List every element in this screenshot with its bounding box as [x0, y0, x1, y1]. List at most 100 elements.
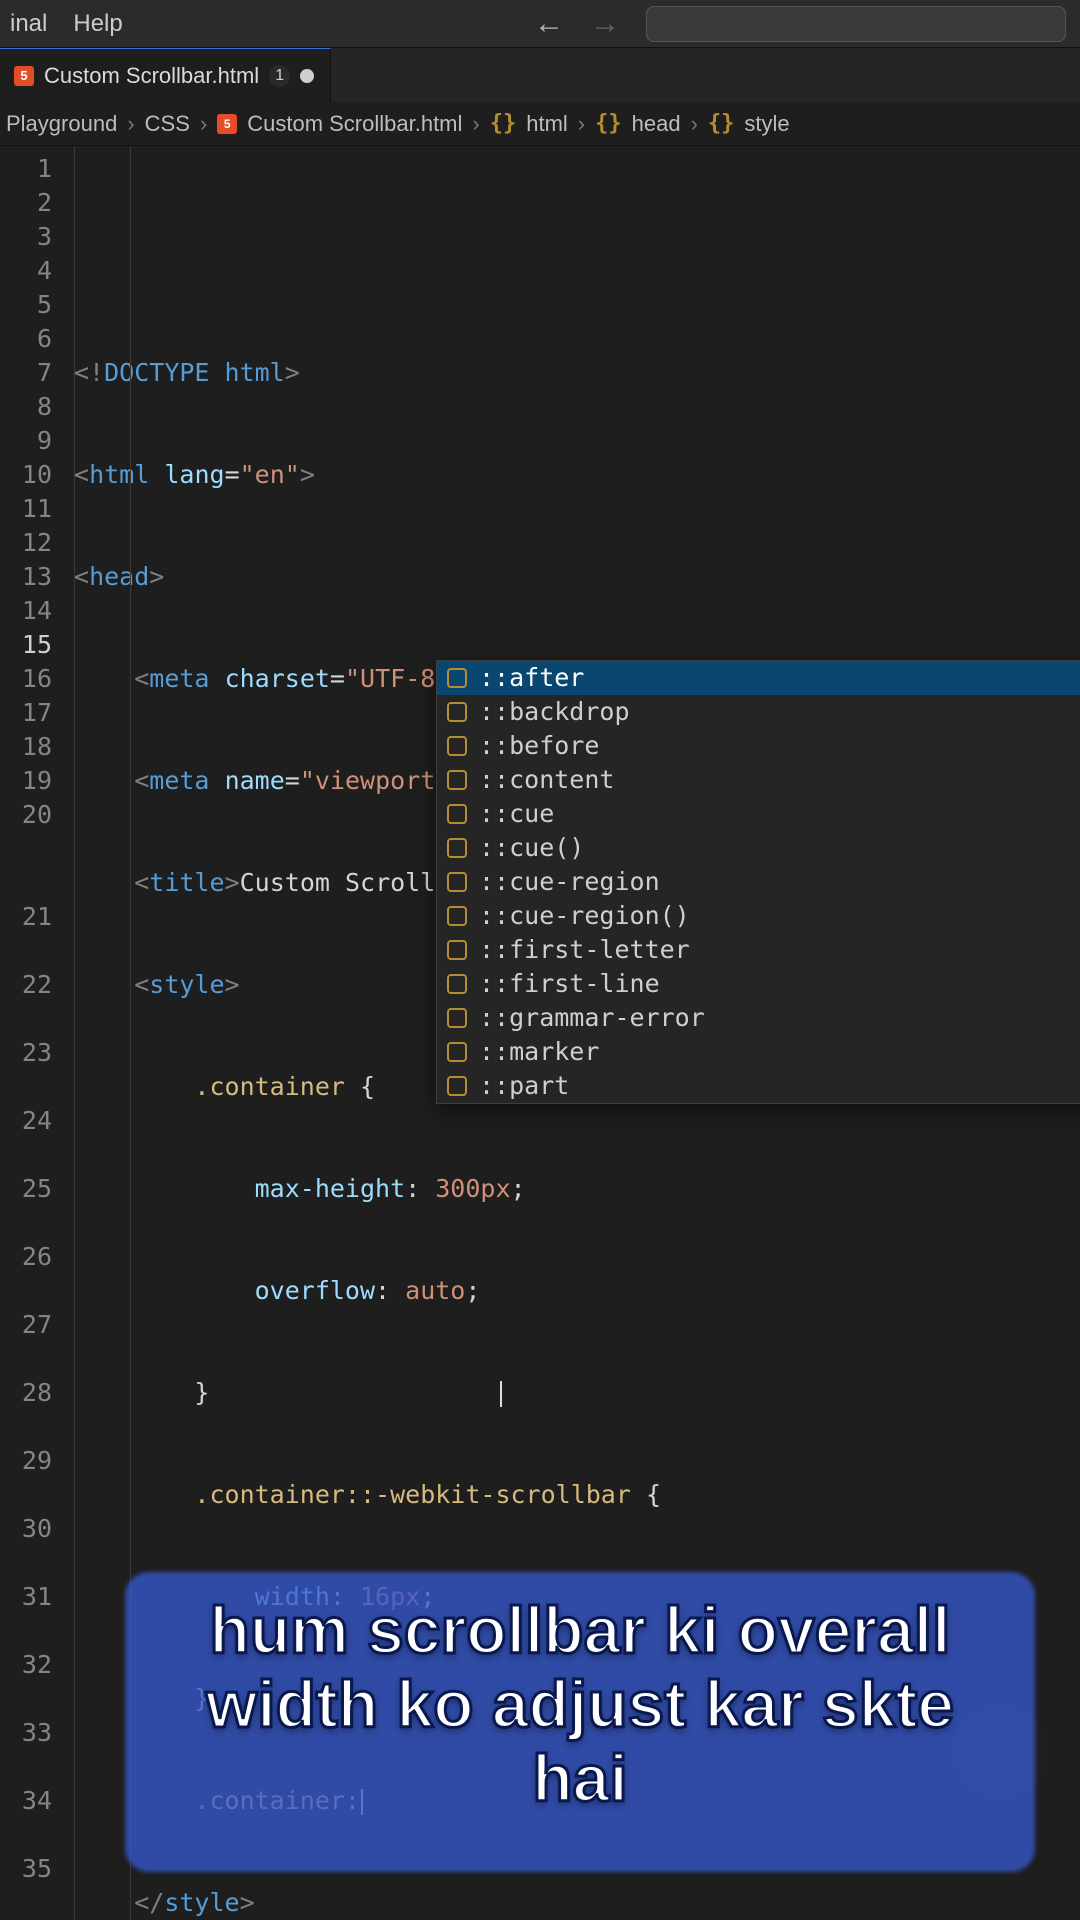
nav-area: ← → [534, 6, 1074, 42]
line-number: 22 [0, 968, 52, 1036]
symbol-icon: {} [490, 111, 517, 136]
line-number: 24 [0, 1104, 52, 1172]
suggest-item-label: ::grammar-error [479, 1001, 705, 1035]
line-number: 18 [0, 730, 52, 764]
text-caret-icon [500, 1381, 502, 1407]
suggest-item[interactable]: ::first-line [437, 967, 1080, 1001]
breadcrumb-part[interactable]: style [744, 111, 789, 137]
nav-forward-icon[interactable]: → [590, 9, 620, 39]
suggest-item[interactable]: ::before [437, 729, 1080, 763]
tab-dirty-indicator-icon [300, 69, 314, 83]
chevron-right-icon: › [472, 111, 479, 137]
subtitle-background [125, 1572, 1035, 1872]
property-icon [447, 940, 467, 960]
command-center-search[interactable] [646, 6, 1066, 42]
line-number: 7 [0, 356, 52, 390]
suggest-item[interactable]: ::backdrop [437, 695, 1080, 729]
line-number: 35 [0, 1852, 52, 1886]
line-number: 23 [0, 1036, 52, 1104]
breadcrumb-part[interactable]: CSS [145, 111, 190, 137]
line-number: 21 [0, 900, 52, 968]
nav-back-icon[interactable]: ← [534, 9, 564, 39]
line-number: 32 [0, 1648, 52, 1716]
breadcrumb-part[interactable]: Playground [6, 111, 117, 137]
suggest-item[interactable]: ::cue() [437, 831, 1080, 865]
suggest-item-label: ::marker [479, 1035, 599, 1069]
suggest-item[interactable]: ::cue [437, 797, 1080, 831]
line-number: 10 [0, 458, 52, 492]
symbol-icon: {} [595, 111, 622, 136]
property-icon [447, 872, 467, 892]
breadcrumb-part[interactable]: html [526, 111, 568, 137]
suggest-item-label: ::first-letter [479, 933, 690, 967]
chevron-right-icon: › [127, 111, 134, 137]
suggest-item[interactable]: ::marker [437, 1035, 1080, 1069]
suggest-item-label: ::backdrop [479, 695, 630, 729]
breadcrumb[interactable]: Playground › CSS › 5 Custom Scrollbar.ht… [0, 102, 1080, 146]
line-number: 34 [0, 1784, 52, 1852]
suggest-item[interactable]: ::grammar-error [437, 1001, 1080, 1035]
suggest-item-label: ::after [479, 661, 584, 695]
suggest-item[interactable]: ::part [437, 1069, 1080, 1103]
suggest-item[interactable]: ::cue-region [437, 865, 1080, 899]
tab-filename: Custom Scrollbar.html [44, 63, 259, 89]
tab-problem-badge: 1 [269, 65, 290, 87]
line-number: 16 [0, 662, 52, 696]
line-number-gutter: 1234567891011121314151617181920212223242… [0, 146, 74, 1920]
breadcrumb-part[interactable]: Custom Scrollbar.html [247, 111, 462, 137]
menu-item-terminal[interactable]: inal [6, 6, 51, 42]
line-number: 14 [0, 594, 52, 628]
suggest-item[interactable]: ::cue-region() [437, 899, 1080, 933]
line-number: 9 [0, 424, 52, 458]
suggest-item[interactable]: ::content [437, 763, 1080, 797]
tab-active[interactable]: 5 Custom Scrollbar.html 1 [0, 48, 331, 102]
chevron-right-icon: › [200, 111, 207, 137]
line-number: 4 [0, 254, 52, 288]
line-number: 33 [0, 1716, 52, 1784]
suggest-item-label: ::first-line [479, 967, 660, 1001]
line-number: 1 [0, 152, 52, 186]
suggest-item-label: ::cue-region [479, 865, 660, 899]
property-icon [447, 906, 467, 926]
line-number: 17 [0, 696, 52, 730]
suggest-item-label: ::cue [479, 797, 554, 831]
line-number: 8 [0, 390, 52, 424]
html-file-icon: 5 [217, 114, 237, 134]
property-icon [447, 702, 467, 722]
line-number: 28 [0, 1376, 52, 1444]
menu-item-help[interactable]: Help [69, 6, 126, 42]
property-icon [447, 838, 467, 858]
line-number: 13 [0, 560, 52, 594]
suggest-item[interactable]: ::after [437, 661, 1080, 695]
property-icon [447, 736, 467, 756]
suggest-item-label: ::part [479, 1069, 569, 1103]
line-number: 27 [0, 1308, 52, 1376]
property-icon [447, 974, 467, 994]
property-icon [447, 668, 467, 688]
suggest-item-label: ::before [479, 729, 599, 763]
suggest-item-label: ::cue() [479, 831, 584, 865]
suggest-item-label: ::cue-region() [479, 899, 690, 933]
line-number: 15 [0, 628, 52, 662]
breadcrumb-part[interactable]: head [632, 111, 681, 137]
line-number: 6 [0, 322, 52, 356]
line-number: 30 [0, 1512, 52, 1580]
line-number: 26 [0, 1240, 52, 1308]
html-file-icon: 5 [14, 66, 34, 86]
tab-bar: 5 Custom Scrollbar.html 1 [0, 48, 1080, 102]
suggest-item[interactable]: ::first-letter [437, 933, 1080, 967]
line-number: 20 [0, 798, 52, 900]
autocomplete-popup[interactable]: ::after::backdrop::before::content::cue:… [436, 660, 1080, 1104]
property-icon [447, 1042, 467, 1062]
line-number: 25 [0, 1172, 52, 1240]
property-icon [447, 804, 467, 824]
line-number: 2 [0, 186, 52, 220]
chevron-right-icon: › [691, 111, 698, 137]
suggest-item-label: ::content [479, 763, 614, 797]
menu-bar: inal Help ← → [0, 0, 1080, 48]
line-number: 12 [0, 526, 52, 560]
line-number: 19 [0, 764, 52, 798]
property-icon [447, 770, 467, 790]
line-number: 5 [0, 288, 52, 322]
symbol-icon: {} [708, 111, 735, 136]
